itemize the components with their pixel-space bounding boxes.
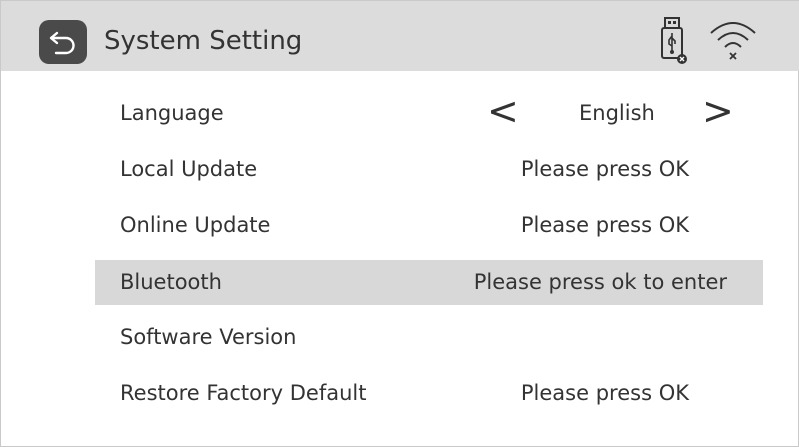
status-icons [658, 17, 758, 65]
setting-row-online-update[interactable]: Online Update Please press OK [95, 203, 763, 248]
setting-label: Bluetooth [120, 270, 222, 294]
setting-label: Local Update [120, 157, 258, 181]
next-arrow-button[interactable]: > [702, 89, 734, 134]
usb-disconnected-icon [658, 17, 688, 65]
setting-label: Software Version [120, 325, 297, 349]
setting-value: Please press OK [520, 213, 689, 237]
setting-row-bluetooth[interactable]: Bluetooth Please press ok to enter [95, 260, 763, 305]
header-bar: System Setting [1, 1, 799, 71]
setting-value: Please press OK [520, 157, 689, 181]
page-title: System Setting [104, 26, 303, 56]
back-arrow-icon [48, 29, 78, 55]
setting-label: Restore Factory Default [120, 381, 367, 405]
setting-row-restore-factory-default[interactable]: Restore Factory Default Please press OK [95, 371, 763, 416]
setting-row-language[interactable]: Language < English > [95, 89, 763, 136]
settings-screen: System Setting Language < English > Loca… [0, 0, 799, 447]
back-button[interactable] [39, 20, 87, 64]
setting-label: Online Update [120, 213, 271, 237]
setting-row-software-version[interactable]: Software Version [95, 315, 763, 360]
setting-value: Please press OK [520, 381, 689, 405]
setting-label: Language [120, 101, 224, 125]
prev-arrow-button[interactable]: < [487, 89, 519, 134]
language-value: English [579, 101, 655, 125]
setting-value: Please press ok to enter [473, 270, 727, 294]
setting-row-local-update[interactable]: Local Update Please press OK [95, 147, 763, 192]
wifi-disconnected-icon [708, 19, 758, 63]
